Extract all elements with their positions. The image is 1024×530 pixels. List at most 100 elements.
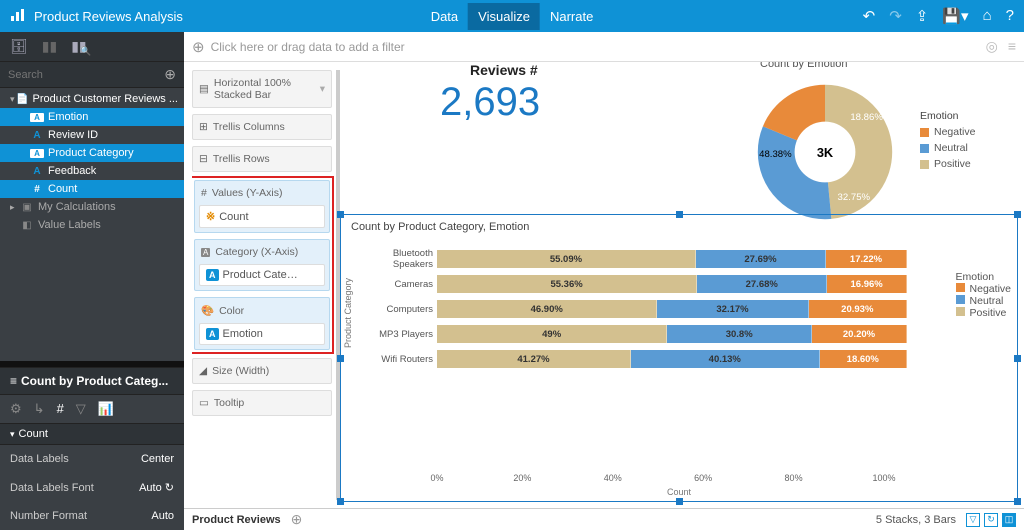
- annotation-icon[interactable]: ◎: [986, 38, 998, 55]
- dz-tooltip[interactable]: ▭Tooltip: [192, 390, 332, 416]
- selection-tools: ⚙ ↳ # ▽ 📊: [0, 395, 184, 423]
- resize-handle[interactable]: [676, 211, 683, 218]
- selection-collapse-icon[interactable]: ≡: [10, 374, 17, 388]
- list-icon[interactable]: ≡: [1008, 38, 1016, 55]
- legend-item-positive[interactable]: Positive: [956, 307, 1011, 319]
- dz-color[interactable]: 🎨Color AEmotion: [194, 297, 330, 350]
- add-filter-icon[interactable]: ⊕: [192, 38, 205, 56]
- x-tick: 80%: [785, 473, 803, 483]
- tab-data[interactable]: Data: [421, 3, 468, 30]
- chip-product-category[interactable]: AProduct Cate…: [199, 264, 325, 286]
- bar-segment-neg[interactable]: 20.20%: [812, 325, 907, 343]
- bar-row[interactable]: Cameras55.36%27.68%16.96%: [437, 275, 907, 293]
- bar-segment-pos[interactable]: 55.09%: [437, 250, 696, 268]
- dz-values[interactable]: #Values (Y-Axis) ※Count: [194, 180, 330, 233]
- tool-axes-icon[interactable]: ↳: [34, 401, 45, 417]
- search-input[interactable]: [8, 69, 164, 81]
- x-tick: 60%: [694, 473, 712, 483]
- redo-icon[interactable]: ↷: [889, 7, 902, 25]
- resize-handle[interactable]: [337, 498, 344, 505]
- refresh-icon[interactable]: ↻: [165, 482, 174, 494]
- metric-value: 2,693: [440, 80, 540, 125]
- help-icon[interactable]: ?: [1006, 7, 1014, 25]
- insight-icon[interactable]: ▮▮🔍: [71, 38, 86, 55]
- share-icon[interactable]: ⇪: [916, 7, 929, 25]
- chevron-down-icon: ▾: [320, 83, 325, 95]
- dz-category[interactable]: ACategory (X-Axis) AProduct Cate…: [194, 239, 330, 291]
- section-count[interactable]: ▾Count: [0, 423, 184, 445]
- dz-size[interactable]: ◢Size (Width): [192, 358, 332, 384]
- bar-segment-pos[interactable]: 41.27%: [437, 350, 631, 368]
- tool-settings-icon[interactable]: ⚙: [10, 401, 22, 417]
- legend-item-negative[interactable]: Negative: [920, 125, 975, 141]
- resize-handle[interactable]: [1014, 355, 1021, 362]
- selection-title: Count by Product Categ...: [21, 374, 168, 388]
- tree-dataset[interactable]: ▾📄Product Customer Reviews ...: [0, 90, 184, 108]
- bar-segment-neg[interactable]: 18.60%: [820, 350, 907, 368]
- bar-segment-pos[interactable]: 55.36%: [437, 275, 697, 293]
- resize-handle[interactable]: [337, 211, 344, 218]
- legend-item-neutral[interactable]: Neutral: [956, 295, 1011, 307]
- tool-filter-icon[interactable]: ▽: [76, 401, 86, 417]
- bar-row[interactable]: Bluetooth Speakers55.09%27.69%17.22%: [437, 250, 907, 268]
- dz-trellis-rows[interactable]: ⊟Trellis Rows: [192, 146, 332, 172]
- tab-visualize[interactable]: Visualize: [468, 3, 540, 30]
- view-panel-icon[interactable]: ◫: [1002, 513, 1016, 527]
- legend-item-neutral[interactable]: Neutral: [920, 141, 975, 157]
- bar-segment-neu[interactable]: 27.68%: [697, 275, 827, 293]
- legend-item-negative[interactable]: Negative: [956, 283, 1011, 295]
- data-icon[interactable]: 🗄: [10, 38, 28, 55]
- tree-field-count[interactable]: #Count: [0, 180, 184, 198]
- trellis-rows-icon: ⊟: [199, 153, 208, 165]
- chart-icon[interactable]: ▮▮: [42, 38, 57, 55]
- resize-handle[interactable]: [1014, 211, 1021, 218]
- view-filter-icon[interactable]: ▽: [966, 513, 980, 527]
- undo-icon[interactable]: ↶: [863, 7, 876, 25]
- tool-analytics-icon[interactable]: 📊: [98, 401, 114, 417]
- metric-title: Reviews #: [470, 62, 538, 78]
- prop-number-format[interactable]: Number FormatAuto: [0, 502, 184, 530]
- donut-title: Count by Emotion: [760, 62, 847, 70]
- tab-narrate[interactable]: Narrate: [540, 3, 603, 30]
- add-sheet-button[interactable]: ⊕: [291, 511, 303, 528]
- dz-trellis-columns[interactable]: ⊞Trellis Columns: [192, 114, 332, 140]
- prop-data-labels-font[interactable]: Data Labels FontAuto ↻: [0, 473, 184, 502]
- canvas: ⊕ Click here or drag data to add a filte…: [184, 32, 1024, 530]
- save-icon[interactable]: 💾▾: [942, 7, 968, 25]
- bar-row[interactable]: Wifi Routers41.27%40.13%18.60%: [437, 350, 907, 368]
- bar-segment-neg[interactable]: 20.93%: [809, 300, 907, 318]
- dz-chart-type[interactable]: ▤Horizontal 100% Stacked Bar▾: [192, 70, 332, 108]
- prop-data-labels[interactable]: Data LabelsCenter: [0, 445, 184, 473]
- tree-field-review-id[interactable]: AReview ID: [0, 126, 184, 144]
- bar-segment-neu[interactable]: 27.69%: [696, 250, 826, 268]
- bar-category-label: Computers: [355, 304, 433, 315]
- bar-row[interactable]: Computers46.90%32.17%20.93%: [437, 300, 907, 318]
- bar-segment-neu[interactable]: 30.8%: [667, 325, 812, 343]
- resize-handle[interactable]: [676, 498, 683, 505]
- tree-field-product-category[interactable]: AProduct Category: [0, 144, 184, 162]
- tool-grid-icon[interactable]: #: [57, 401, 64, 417]
- chip-emotion[interactable]: AEmotion: [199, 323, 325, 345]
- bar-segment-neu[interactable]: 40.13%: [631, 350, 820, 368]
- bar-row[interactable]: MP3 Players49%30.8%20.20%: [437, 325, 907, 343]
- bar-segment-neg[interactable]: 17.22%: [826, 250, 907, 268]
- resize-handle[interactable]: [1014, 498, 1021, 505]
- resize-handle[interactable]: [337, 355, 344, 362]
- tree-field-emotion[interactable]: AEmotion: [0, 108, 184, 126]
- tree-my-calculations[interactable]: ▸▣My Calculations: [0, 198, 184, 216]
- bar-segment-neg[interactable]: 16.96%: [827, 275, 907, 293]
- bar-segment-neu[interactable]: 32.17%: [657, 300, 808, 318]
- add-data-button[interactable]: ⊕: [164, 66, 176, 83]
- legend-item-positive[interactable]: Positive: [920, 157, 975, 173]
- filter-placeholder[interactable]: Click here or drag data to add a filter: [211, 40, 405, 54]
- donut-chart[interactable]: 3K 48.38% 32.75% 18.86%: [745, 72, 905, 232]
- bar-segment-pos[interactable]: 49%: [437, 325, 667, 343]
- sheet-tab[interactable]: Product Reviews: [192, 514, 281, 526]
- tree-field-feedback[interactable]: AFeedback: [0, 162, 184, 180]
- view-refresh-icon[interactable]: ↻: [984, 513, 998, 527]
- tree-value-labels[interactable]: ◧Value Labels: [0, 216, 184, 234]
- selected-chart[interactable]: Count by Product Category, Emotion Produ…: [340, 214, 1018, 502]
- home-icon[interactable]: ⌂: [983, 7, 992, 25]
- chip-count[interactable]: ※Count: [199, 205, 325, 228]
- bar-segment-pos[interactable]: 46.90%: [437, 300, 657, 318]
